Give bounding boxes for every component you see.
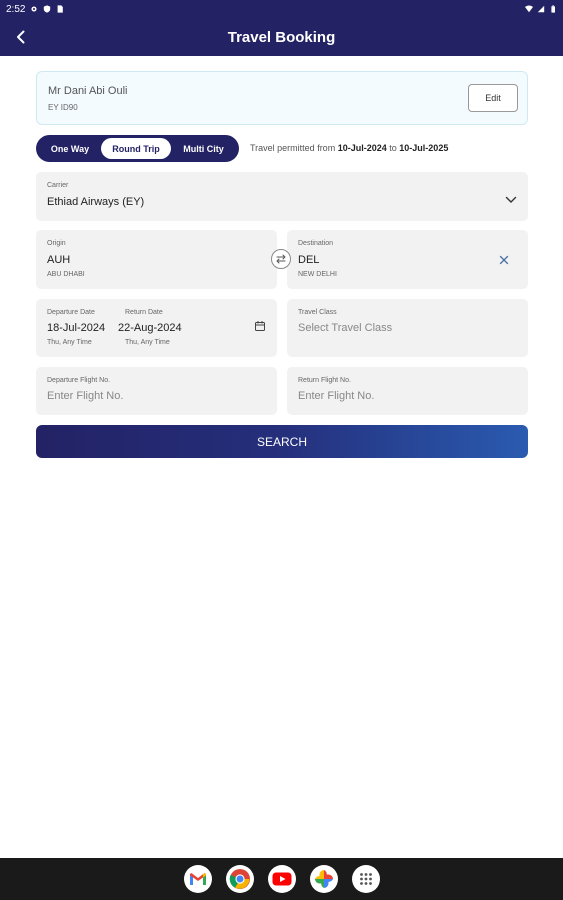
app-dock <box>0 858 563 900</box>
gmail-icon[interactable] <box>183 865 212 893</box>
app-bar: Travel Booking <box>0 18 563 56</box>
app-drawer-icon[interactable] <box>351 865 380 893</box>
departure-date-value: 18-Jul-2024 <box>47 322 106 334</box>
dates-field[interactable]: Departure Date 18-Jul-2024 Thu, Any Time… <box>36 299 277 357</box>
origin-city: ABU DHABI <box>47 271 85 278</box>
travel-class-label: Travel Class <box>298 309 337 316</box>
return-flight-label: Return Flight No. <box>298 377 351 384</box>
trip-type-round-trip[interactable]: Round Trip <box>101 138 171 159</box>
chrome-icon[interactable] <box>225 865 254 893</box>
user-id: EY ID90 <box>48 103 78 112</box>
permit-to-date: 10-Jul-2025 <box>399 143 449 153</box>
photos-icon[interactable] <box>309 865 338 893</box>
status-time: 2:52 <box>6 3 26 15</box>
travel-permit-text: Travel permitted from 10-Jul-2024 to 10-… <box>250 143 448 153</box>
return-flight-input[interactable]: Return Flight No. Enter Flight No. <box>287 367 528 415</box>
return-date-sub: Thu, Any Time <box>125 339 170 346</box>
destination-field[interactable]: Destination DEL NEW DELHI <box>287 230 528 289</box>
departure-flight-placeholder: Enter Flight No. <box>47 390 124 402</box>
origin-field[interactable]: Origin AUH ABU DHABI <box>36 230 277 289</box>
trip-type-one-way[interactable]: One Way <box>39 138 101 159</box>
carrier-value: Ethiad Airways (EY) <box>47 196 145 208</box>
departure-flight-label: Departure Flight No. <box>47 377 111 384</box>
status-bar: 2:52 <box>0 0 563 18</box>
permit-prefix: Travel permitted from <box>250 143 336 153</box>
wifi-icon <box>525 5 533 13</box>
permit-from-date: 10-Jul-2024 <box>337 143 387 153</box>
origin-code: AUH <box>47 254 71 266</box>
chevron-down-icon <box>505 196 517 203</box>
back-button[interactable] <box>8 24 34 50</box>
trip-type-toggle: One Way Round Trip Multi City <box>36 135 239 162</box>
travel-class-placeholder: Select Travel Class <box>298 322 393 334</box>
settings-icon <box>31 6 38 12</box>
youtube-icon[interactable] <box>267 865 296 893</box>
swap-locations-button[interactable] <box>271 249 291 269</box>
return-date-value: 22-Aug-2024 <box>118 322 182 334</box>
travel-class-field[interactable]: Travel Class Select Travel Class <box>287 299 528 357</box>
edit-button[interactable]: Edit <box>468 84 518 112</box>
carrier-label: Carrier <box>47 182 69 189</box>
search-button[interactable]: SEARCH <box>36 425 528 458</box>
departure-flight-input[interactable]: Departure Flight No. Enter Flight No. <box>36 367 277 415</box>
carrier-dropdown[interactable]: Carrier Ethiad Airways (EY) <box>36 172 528 221</box>
trip-type-multi-city[interactable]: Multi City <box>171 138 236 159</box>
destination-label: Destination <box>298 240 334 247</box>
permit-connector: to <box>389 143 397 153</box>
return-date-label: Return Date <box>125 309 163 316</box>
departure-date-sub: Thu, Any Time <box>47 339 92 346</box>
destination-code: DEL <box>298 254 320 266</box>
page-title: Travel Booking <box>227 28 336 46</box>
signal-icon <box>537 5 545 13</box>
user-card: Mr Dani Abi Ouli EY ID90 Edit <box>36 71 528 125</box>
sim-card-icon <box>58 5 64 13</box>
user-name: Mr Dani Abi Ouli <box>48 85 128 97</box>
departure-date-label: Departure Date <box>47 309 95 316</box>
battery-icon <box>551 5 555 13</box>
clear-icon[interactable] <box>499 255 509 265</box>
shield-icon <box>44 5 51 13</box>
swap-icon <box>276 254 286 264</box>
return-flight-placeholder: Enter Flight No. <box>298 390 375 402</box>
destination-city: NEW DELHI <box>298 271 337 278</box>
arrow-left-icon <box>17 30 25 44</box>
origin-label: Origin <box>47 240 66 247</box>
calendar-icon[interactable] <box>254 320 266 332</box>
